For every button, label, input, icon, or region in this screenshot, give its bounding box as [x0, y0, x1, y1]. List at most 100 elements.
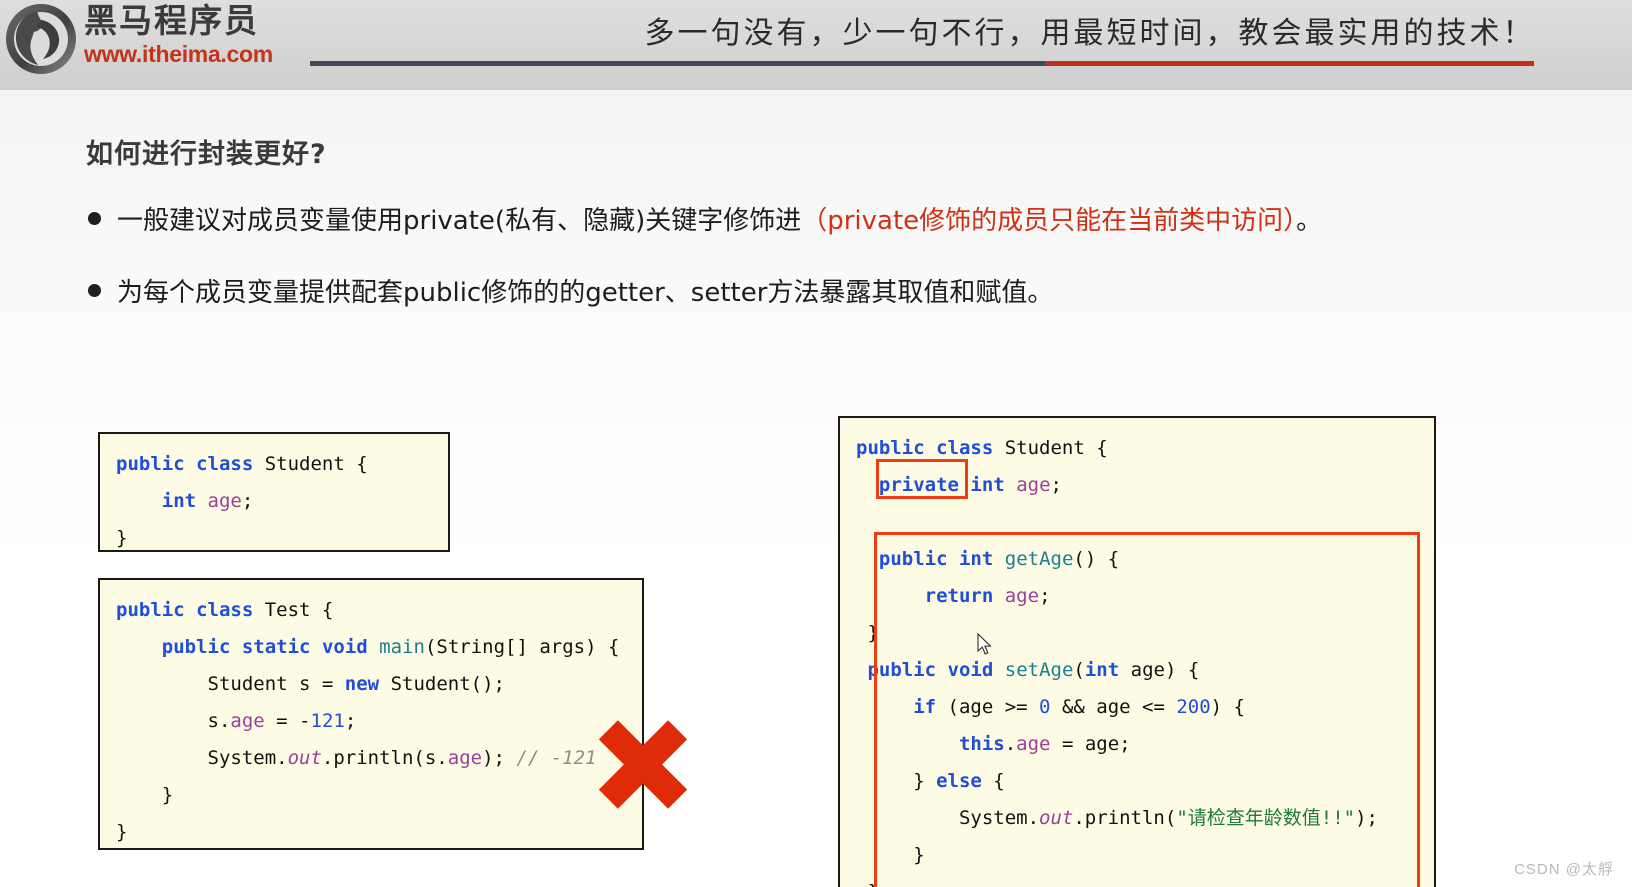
code-text: Student { [993, 437, 1108, 459]
code-kw: public [856, 437, 925, 459]
code-text: ); [1355, 807, 1378, 829]
code-field: age [1004, 585, 1040, 607]
code-field: out [287, 747, 322, 769]
code-text: } [116, 527, 128, 549]
code-kw: int [958, 548, 994, 570]
page-title: 如何进行封装更好? [86, 139, 327, 170]
code-number: 121 [310, 710, 345, 732]
code-number: 200 [1176, 696, 1211, 718]
bullet-dot-icon [88, 212, 101, 225]
code-kw: public [116, 453, 185, 475]
code-text: && age <= [1050, 696, 1177, 718]
bullet-2-lead: 为每个成员变量提供配套public修饰的的getter、setter方法暴露其取… [117, 278, 1054, 308]
code-kw-private: private [878, 474, 959, 496]
code-field: age [230, 710, 265, 732]
code-kw: this [958, 733, 1005, 755]
code-text: System. [207, 747, 288, 769]
code-kw: return [924, 585, 994, 607]
brand-text: 黑马程序员 www.itheima.com [84, 2, 273, 68]
brand-url: www.itheima.com [84, 41, 273, 67]
code-text: } [867, 881, 878, 887]
code-method: setAge [1004, 659, 1074, 681]
code-text: (String[] args) { [424, 636, 620, 658]
code-kw: void [947, 659, 994, 681]
code-method: main [379, 636, 425, 658]
code-text: ; [344, 710, 357, 732]
horse-logo-icon [6, 4, 76, 74]
code-text: } [867, 622, 879, 644]
code-number: 0 [1039, 696, 1051, 718]
code-field: age [1016, 733, 1051, 755]
code-string: "请检查年龄数值!!" [1176, 807, 1356, 829]
code-block-test-unencapsulated: public class Test { public static void m… [98, 578, 644, 850]
code-field: age [1016, 474, 1051, 496]
code-kw: new [344, 673, 380, 695]
slide-header: 黑马程序员 www.itheima.com 多一句没有，少一句不行，用最短时间，… [0, 0, 1632, 90]
code-kw: public [878, 548, 948, 570]
code-text: = - [264, 710, 311, 732]
bullet-dot-icon [88, 284, 101, 297]
code-text: ; [241, 490, 254, 512]
mouse-cursor-icon [977, 633, 992, 655]
code-text: Student(); [379, 673, 505, 695]
code-kw: int [1084, 659, 1120, 681]
code-text: ; [1039, 585, 1051, 607]
slide-body: 如何进行封装更好? 一般建议对成员变量使用private(私有、隐藏)关键字修饰… [0, 90, 1632, 887]
header-divider-red [1045, 61, 1534, 66]
code-kw: int [970, 474, 1005, 496]
code-text: ( [1073, 659, 1085, 681]
code-text: Student s = [207, 673, 345, 695]
code-kw: int [161, 490, 197, 512]
code-text: age) { [1119, 659, 1200, 681]
code-text: Test { [253, 599, 334, 621]
code-kw: else [936, 770, 982, 792]
bullet-text-1: 一般建议对成员变量使用private(私有、隐藏)关键字修饰进（private修… [117, 200, 1322, 237]
bullet-1-lead: 一般建议对成员变量使用private(私有、隐藏)关键字修饰进 [117, 206, 802, 236]
code-kw: static [241, 636, 311, 658]
code-field: out [1039, 807, 1074, 829]
code-field: age [207, 490, 242, 512]
slide-root: 黑马程序员 www.itheima.com 多一句没有，少一句不行，用最短时间，… [0, 0, 1632, 887]
code-kw: public [116, 599, 185, 621]
code-text: } [116, 821, 128, 843]
wrong-x-icon [598, 719, 688, 809]
bullet-1-tail: 。 [1296, 206, 1323, 236]
code-kw: class [936, 437, 994, 459]
code-comment: // -121 [516, 747, 597, 769]
code-text: System. [958, 807, 1040, 829]
code-kw: class [196, 453, 254, 475]
code-text: } [913, 770, 937, 792]
header-tagline: 多一句没有，少一句不行，用最短时间，教会最实用的技术！ [644, 16, 1536, 51]
bullet-item-1: 一般建议对成员变量使用private(私有、隐藏)关键字修饰进（private修… [88, 200, 1322, 237]
code-block-student-encapsulated: public class Student { private int age; … [838, 416, 1436, 887]
code-kw: void [321, 636, 368, 658]
code-text: s. [207, 710, 231, 732]
code-text: } [913, 844, 925, 866]
code-text: ) { [1210, 696, 1245, 718]
code-text: .println(s. [321, 747, 448, 769]
code-text: = age; [1050, 733, 1131, 755]
code-method: getAge [1004, 548, 1074, 570]
code-kw: public [161, 636, 231, 658]
code-text: ); [482, 747, 517, 769]
code-kw: if [913, 696, 937, 718]
code-text: ; [1050, 474, 1062, 496]
csdn-watermark: CSDN @太艀 [1514, 861, 1614, 878]
code-text: { [981, 770, 1005, 792]
brand-logo: 黑马程序员 www.itheima.com [0, 0, 300, 78]
code-block-student-unencapsulated: public class Student { int age; } [98, 432, 450, 552]
bullet-1-highlight: （private修饰的成员只能在当前类中访问） [801, 206, 1297, 236]
bullet-text-2: 为每个成员变量提供配套public修饰的的getter、setter方法暴露其取… [117, 272, 1053, 309]
code-kw: class [196, 599, 254, 621]
code-text: } [161, 784, 174, 806]
code-text: () { [1073, 548, 1120, 570]
code-text: .println( [1073, 807, 1177, 829]
code-field: age [447, 747, 483, 769]
code-text: (age >= [936, 696, 1040, 718]
header-divider [310, 61, 1534, 66]
code-kw: public [867, 659, 937, 681]
code-text: Student { [253, 453, 368, 475]
brand-name-cn: 黑马程序员 [84, 1, 259, 40]
bullet-item-2: 为每个成员变量提供配套public修饰的的getter、setter方法暴露其取… [88, 272, 1053, 309]
code-text: . [1004, 733, 1017, 755]
